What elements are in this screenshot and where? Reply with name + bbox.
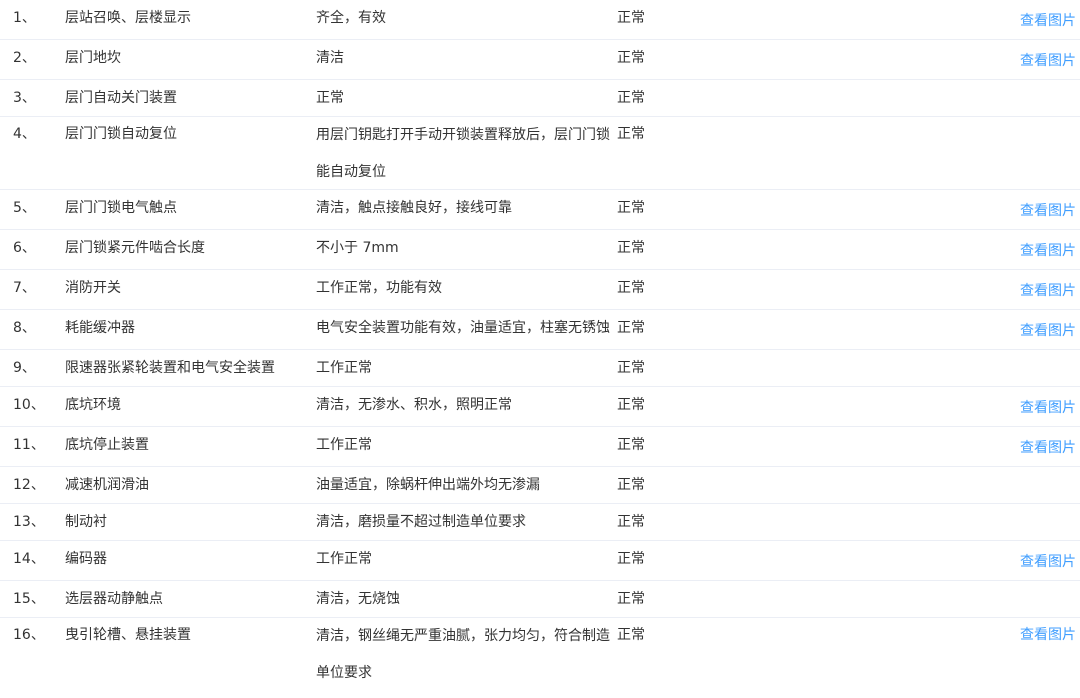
inspection-item: 制动衬 xyxy=(65,514,107,530)
inspection-requirement: 齐全，有效 xyxy=(316,10,386,26)
table-row: 11、 底坑停止装置 工作正常 正常 查看图片 xyxy=(0,427,1080,467)
row-number: 2、 xyxy=(13,50,36,66)
inspection-item: 曳引轮槽、悬挂装置 xyxy=(65,627,191,643)
inspection-requirement: 清洁，无渗水、积水，照明正常 xyxy=(316,397,512,413)
row-number: 12、 xyxy=(13,477,45,493)
table-row: 9、 限速器张紧轮装置和电气安全装置 工作正常 正常 xyxy=(0,350,1080,387)
row-number: 7、 xyxy=(13,280,36,296)
inspection-requirement: 用层门钥匙打开手动开锁装置释放后，层门门锁能自动复位 xyxy=(316,127,610,180)
inspection-result: 正常 xyxy=(617,320,645,336)
inspection-table: 1、 层站召唤、层楼显示 齐全，有效 正常 查看图片 2、 层门地坎 清洁 正常… xyxy=(0,0,1080,691)
table-row: 5、 层门门锁电气触点 清洁，触点接触良好，接线可靠 正常 查看图片 xyxy=(0,190,1080,230)
inspection-result: 正常 xyxy=(617,10,645,26)
view-image-link[interactable]: 查看图片 xyxy=(1020,41,1076,81)
row-number: 5、 xyxy=(13,200,36,216)
inspection-requirement: 工作正常 xyxy=(316,360,372,376)
inspection-result: 正常 xyxy=(617,551,645,567)
table-row: 16、 曳引轮槽、悬挂装置 清洁，钢丝绳无严重油腻，张力均匀，符合制造单位要求 … xyxy=(0,618,1080,691)
inspection-item: 编码器 xyxy=(65,551,107,567)
inspection-item: 层门地坎 xyxy=(65,50,121,66)
inspection-result: 正常 xyxy=(617,280,645,296)
view-image-link[interactable]: 查看图片 xyxy=(1020,428,1076,468)
inspection-item: 耗能缓冲器 xyxy=(65,320,135,336)
inspection-result: 正常 xyxy=(617,627,645,643)
inspection-requirement: 清洁，触点接触良好，接线可靠 xyxy=(316,200,512,216)
inspection-result: 正常 xyxy=(617,591,645,607)
row-number: 15、 xyxy=(13,591,45,607)
inspection-item: 层门门锁自动复位 xyxy=(65,126,177,142)
row-number: 1、 xyxy=(13,10,36,26)
inspection-item: 减速机润滑油 xyxy=(65,477,149,493)
row-number: 3、 xyxy=(13,90,36,106)
inspection-item: 层门锁紧元件啮合长度 xyxy=(65,240,205,256)
inspection-item: 消防开关 xyxy=(65,280,121,296)
inspection-result: 正常 xyxy=(617,514,645,530)
inspection-requirement: 清洁，磨损量不超过制造单位要求 xyxy=(316,514,526,530)
row-number: 8、 xyxy=(13,320,36,336)
inspection-result: 正常 xyxy=(617,50,645,66)
table-row: 12、 减速机润滑油 油量适宜，除蜗杆伸出端外均无渗漏 正常 xyxy=(0,467,1080,504)
view-image-link[interactable]: 查看图片 xyxy=(1020,231,1076,271)
inspection-result: 正常 xyxy=(617,397,645,413)
inspection-result: 正常 xyxy=(617,477,645,493)
inspection-result: 正常 xyxy=(617,200,645,216)
row-number: 16、 xyxy=(13,627,45,643)
table-row: 14、 编码器 工作正常 正常 查看图片 xyxy=(0,541,1080,581)
row-number: 11、 xyxy=(13,437,45,453)
inspection-requirement: 电气安全装置功能有效，油量适宜，柱塞无锈蚀 xyxy=(316,320,610,336)
inspection-requirement: 清洁，无烧蚀 xyxy=(316,591,400,607)
inspection-result: 正常 xyxy=(617,437,645,453)
view-image-link[interactable]: 查看图片 xyxy=(1020,271,1076,311)
inspection-result: 正常 xyxy=(617,90,645,106)
row-number: 9、 xyxy=(13,360,36,376)
row-number: 10、 xyxy=(13,397,45,413)
row-number: 4、 xyxy=(13,126,36,142)
inspection-requirement: 油量适宜，除蜗杆伸出端外均无渗漏 xyxy=(316,477,540,493)
inspection-requirement: 工作正常 xyxy=(316,551,372,567)
inspection-item: 选层器动静触点 xyxy=(65,591,163,607)
inspection-requirement: 不小于 7mm xyxy=(316,240,399,256)
view-image-link[interactable]: 查看图片 xyxy=(1020,617,1076,654)
inspection-item: 层门门锁电气触点 xyxy=(65,200,177,216)
table-row: 1、 层站召唤、层楼显示 齐全，有效 正常 查看图片 xyxy=(0,0,1080,40)
inspection-item: 层站召唤、层楼显示 xyxy=(65,10,191,26)
inspection-requirement: 清洁，钢丝绳无严重油腻，张力均匀，符合制造单位要求 xyxy=(316,628,610,681)
inspection-result: 正常 xyxy=(617,360,645,376)
table-row: 13、 制动衬 清洁，磨损量不超过制造单位要求 正常 xyxy=(0,504,1080,541)
table-row: 8、 耗能缓冲器 电气安全装置功能有效，油量适宜，柱塞无锈蚀 正常 查看图片 xyxy=(0,310,1080,350)
inspection-item: 层门自动关门装置 xyxy=(65,90,177,106)
table-row: 3、 层门自动关门装置 正常 正常 xyxy=(0,80,1080,117)
view-image-link[interactable]: 查看图片 xyxy=(1020,311,1076,351)
inspection-requirement: 工作正常，功能有效 xyxy=(316,280,442,296)
row-number: 14、 xyxy=(13,551,45,567)
table-row: 6、 层门锁紧元件啮合长度 不小于 7mm 正常 查看图片 xyxy=(0,230,1080,270)
inspection-requirement: 工作正常 xyxy=(316,437,372,453)
table-row: 4、 层门门锁自动复位 用层门钥匙打开手动开锁装置释放后，层门门锁能自动复位 正… xyxy=(0,117,1080,190)
table-row: 10、 底坑环境 清洁，无渗水、积水，照明正常 正常 查看图片 xyxy=(0,387,1080,427)
inspection-result: 正常 xyxy=(617,126,645,142)
inspection-requirement: 清洁 xyxy=(316,50,344,66)
view-image-link[interactable]: 查看图片 xyxy=(1020,191,1076,231)
view-image-link[interactable]: 查看图片 xyxy=(1020,388,1076,428)
view-image-link[interactable]: 查看图片 xyxy=(1020,542,1076,582)
inspection-item: 限速器张紧轮装置和电气安全装置 xyxy=(65,360,275,376)
inspection-result: 正常 xyxy=(617,240,645,256)
table-row: 15、 选层器动静触点 清洁，无烧蚀 正常 xyxy=(0,581,1080,618)
inspection-requirement: 正常 xyxy=(316,90,344,106)
inspection-item: 底坑环境 xyxy=(65,397,121,413)
table-row: 2、 层门地坎 清洁 正常 查看图片 xyxy=(0,40,1080,80)
inspection-item: 底坑停止装置 xyxy=(65,437,149,453)
view-image-link[interactable]: 查看图片 xyxy=(1020,1,1076,41)
row-number: 13、 xyxy=(13,514,45,530)
row-number: 6、 xyxy=(13,240,36,256)
table-row: 7、 消防开关 工作正常，功能有效 正常 查看图片 xyxy=(0,270,1080,310)
